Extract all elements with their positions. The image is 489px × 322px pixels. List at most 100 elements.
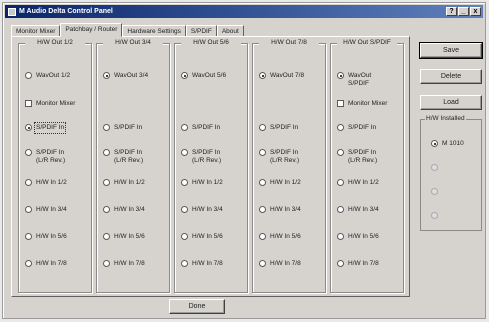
done-button[interactable]: Done xyxy=(169,299,225,314)
radio-option-s-pdif-in[interactable]: S/PDIF In xyxy=(337,124,376,132)
radio-button[interactable] xyxy=(25,260,32,267)
checkbox-monitor-mixer[interactable]: Monitor Mixer xyxy=(25,100,75,108)
radio-button[interactable] xyxy=(259,124,266,131)
app-icon xyxy=(8,7,16,16)
radio-button[interactable] xyxy=(103,72,110,79)
radio-option-h-w-in-7-8[interactable]: H/W In 7/8 xyxy=(337,260,379,268)
radio-option-h-w-in-1-2[interactable]: H/W In 1/2 xyxy=(337,179,379,187)
radio-option-wavout-1-2[interactable]: WavOut 1/2 xyxy=(25,72,70,80)
option-label: H/W In 7/8 xyxy=(270,260,301,268)
minimize-button[interactable]: _ xyxy=(458,7,469,16)
option-label-line2: (L/R Rev.) xyxy=(348,157,378,164)
radio-button[interactable] xyxy=(25,149,32,156)
radio-option-h-w-in-1-2[interactable]: H/W In 1/2 xyxy=(259,179,301,187)
radio-option-h-w-in-5-6[interactable]: H/W In 5/6 xyxy=(259,233,301,241)
radio-button[interactable] xyxy=(103,206,110,213)
option-label: H/W In 1/2 xyxy=(36,179,67,187)
radio-button[interactable] xyxy=(181,179,188,186)
help-button[interactable]: ? xyxy=(446,7,457,16)
radio-option-h-w-in-3-4[interactable]: H/W In 3/4 xyxy=(337,206,379,214)
radio-option-h-w-in-7-8[interactable]: H/W In 7/8 xyxy=(181,260,223,268)
radio-option-h-w-in-7-8[interactable]: H/W In 7/8 xyxy=(103,260,145,268)
radio-button[interactable] xyxy=(337,260,344,267)
radio-button[interactable] xyxy=(431,140,438,147)
output-group-h-w-out-s-pdif: H/W Out S/PDIF WavOut S/PDIF Monitor Mixer S… xyxy=(330,39,404,293)
radio-button[interactable] xyxy=(103,179,110,186)
radio-button[interactable] xyxy=(25,206,32,213)
option-label-line1: H/W In 1/2 xyxy=(114,179,145,186)
radio-option-s-pdif-in-l-r-rev[interactable]: S/PDIF In (L/R Rev.) xyxy=(181,149,221,165)
hw-installed-label: M 1010 xyxy=(442,140,464,147)
delete-button[interactable]: Delete xyxy=(420,69,482,84)
title-bar[interactable]: M Audio Delta Control Panel ? _ x xyxy=(5,5,483,18)
radio-option-h-w-in-3-4[interactable]: H/W In 3/4 xyxy=(181,206,223,214)
radio-button[interactable] xyxy=(337,124,344,131)
radio-option-h-w-in-5-6[interactable]: H/W In 5/6 xyxy=(25,233,67,241)
radio-button[interactable] xyxy=(259,233,266,240)
close-button[interactable]: x xyxy=(470,7,481,16)
radio-button[interactable] xyxy=(25,72,32,79)
radio-option-h-w-in-7-8[interactable]: H/W In 7/8 xyxy=(25,260,67,268)
radio-option-h-w-in-5-6[interactable]: H/W In 5/6 xyxy=(103,233,145,241)
radio-button[interactable] xyxy=(337,233,344,240)
option-label-line1: H/W In 5/6 xyxy=(192,233,223,240)
option-label-line1: H/W In 5/6 xyxy=(36,233,67,240)
radio-button[interactable] xyxy=(181,206,188,213)
radio-option-s-pdif-in[interactable]: S/PDIF In xyxy=(103,124,142,132)
radio-button[interactable] xyxy=(181,233,188,240)
radio-option-h-w-in-3-4[interactable]: H/W In 3/4 xyxy=(259,206,301,214)
radio-option-s-pdif-in-l-r-rev[interactable]: S/PDIF In (L/R Rev.) xyxy=(25,149,65,165)
control-panel-window: M Audio Delta Control Panel ? _ x Monito… xyxy=(2,2,486,319)
radio-option-h-w-in-1-2[interactable]: H/W In 1/2 xyxy=(25,179,67,187)
tab-patchbay-router[interactable]: Patchbay / Router xyxy=(60,23,123,37)
radio-option-wavout-5-6[interactable]: WavOut 5/6 xyxy=(181,72,226,80)
radio-button[interactable] xyxy=(259,206,266,213)
radio-button[interactable] xyxy=(337,149,344,156)
option-label: H/W In 7/8 xyxy=(114,260,145,268)
radio-option-h-w-in-3-4[interactable]: H/W In 3/4 xyxy=(103,206,145,214)
option-label-line1: H/W In 7/8 xyxy=(192,260,223,267)
radio-button[interactable] xyxy=(181,124,188,131)
radio-button[interactable] xyxy=(337,179,344,186)
radio-option-h-w-in-5-6[interactable]: H/W In 5/6 xyxy=(337,233,379,241)
radio-option-s-pdif-in-l-r-rev[interactable]: S/PDIF In (L/R Rev.) xyxy=(337,149,377,165)
radio-option-s-pdif-in[interactable]: S/PDIF In xyxy=(181,124,220,132)
radio-option-s-pdif-in[interactable]: S/PDIF In xyxy=(25,122,67,134)
radio-option-h-w-in-1-2[interactable]: H/W In 1/2 xyxy=(181,179,223,187)
radio-button[interactable] xyxy=(25,124,32,131)
radio-button[interactable] xyxy=(259,149,266,156)
radio-button[interactable] xyxy=(259,179,266,186)
radio-button[interactable] xyxy=(259,72,266,79)
radio-button[interactable] xyxy=(25,233,32,240)
radio-option-wavout-3-4[interactable]: WavOut 3/4 xyxy=(103,72,148,80)
radio-option-wavout-s-pdif[interactable]: WavOut S/PDIF xyxy=(337,72,371,88)
radio-button[interactable] xyxy=(103,124,110,131)
radio-button[interactable] xyxy=(25,179,32,186)
radio-button[interactable] xyxy=(103,260,110,267)
radio-option-s-pdif-in[interactable]: S/PDIF In xyxy=(259,124,298,132)
checkbox-box[interactable] xyxy=(25,100,32,107)
radio-button[interactable] xyxy=(103,149,110,156)
checkbox-monitor-mixer[interactable]: Monitor Mixer xyxy=(337,100,387,108)
radio-button[interactable] xyxy=(259,260,266,267)
radio-option-s-pdif-in-l-r-rev[interactable]: S/PDIF In (L/R Rev.) xyxy=(103,149,143,165)
radio-button[interactable] xyxy=(181,72,188,79)
radio-option-h-w-in-3-4[interactable]: H/W In 3/4 xyxy=(25,206,67,214)
radio-option-h-w-in-7-8[interactable]: H/W In 7/8 xyxy=(259,260,301,268)
radio-option-h-w-in-5-6[interactable]: H/W In 5/6 xyxy=(181,233,223,241)
radio-option-wavout-7-8[interactable]: WavOut 7/8 xyxy=(259,72,304,80)
radio-button[interactable] xyxy=(103,233,110,240)
option-label-line1: H/W In 7/8 xyxy=(348,260,379,267)
hw-installed-option xyxy=(431,164,442,171)
radio-option-h-w-in-1-2[interactable]: H/W In 1/2 xyxy=(103,179,145,187)
radio-button[interactable] xyxy=(337,72,344,79)
radio-option-s-pdif-in-l-r-rev[interactable]: S/PDIF In (L/R Rev.) xyxy=(259,149,299,165)
load-button[interactable]: Load xyxy=(420,95,482,110)
hw-installed-option[interactable]: M 1010 xyxy=(431,140,464,148)
radio-button[interactable] xyxy=(337,206,344,213)
radio-button[interactable] xyxy=(181,260,188,267)
checkbox-box[interactable] xyxy=(337,100,344,107)
radio-button[interactable] xyxy=(181,149,188,156)
hw-installed-option xyxy=(431,212,442,219)
save-button[interactable]: Save xyxy=(419,42,483,59)
